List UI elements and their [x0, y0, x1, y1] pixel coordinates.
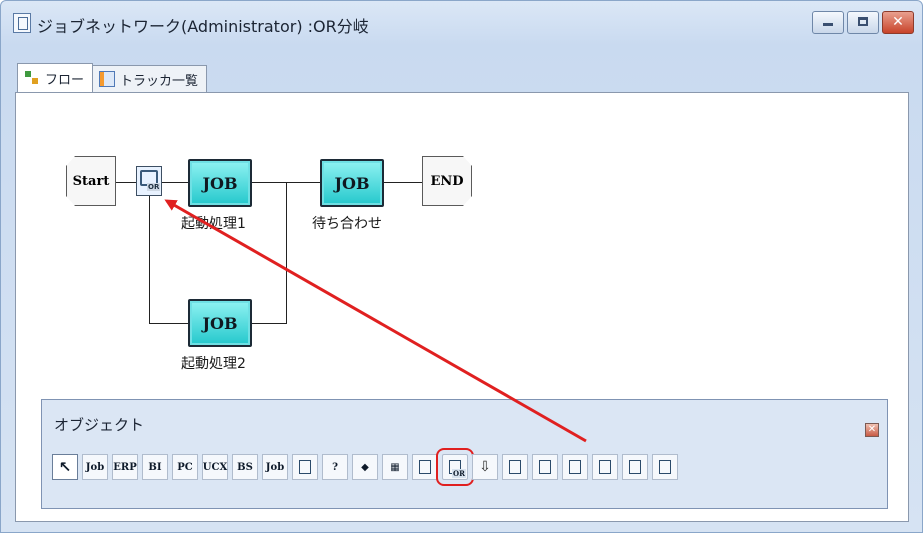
- jobnetwork-window: ジョブネットワーク(Administrator) :OR分岐 ✕ フロー トラッ…: [0, 0, 923, 533]
- flow-icon: [24, 70, 40, 86]
- annotation-overlay: [164, 199, 587, 443]
- tab-flow[interactable]: フロー: [17, 63, 94, 92]
- tab-flow-label: フロー: [45, 72, 85, 88]
- annotation-arrow: [164, 199, 587, 443]
